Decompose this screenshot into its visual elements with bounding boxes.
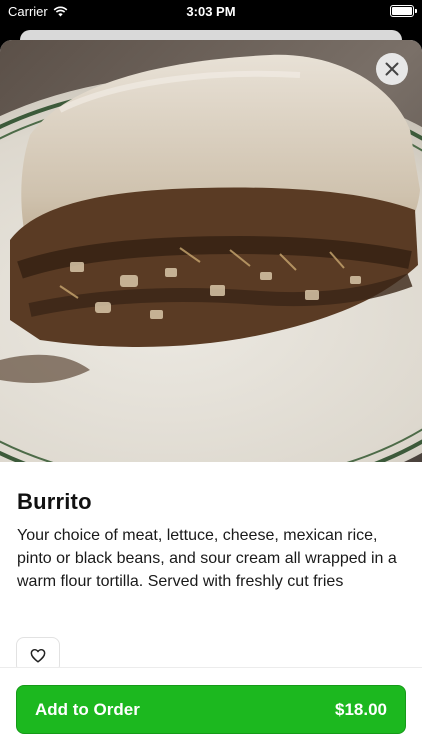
- status-time: 3:03 PM: [186, 4, 236, 19]
- order-footer: Add to Order $18.00: [0, 668, 422, 750]
- item-title: Burrito: [17, 489, 92, 514]
- item-description: Your choice of meat, lettuce, cheese, me…: [17, 527, 397, 590]
- burrito-image: [0, 40, 422, 462]
- heart-icon: [30, 648, 46, 663]
- status-bar: Carrier 3:03 PM: [0, 0, 422, 22]
- item-detail-sheet: Burrito Your choice of meat, lettuce, ch…: [0, 40, 422, 750]
- add-to-order-label: Add to Order: [35, 699, 140, 719]
- battery-icon: [390, 5, 417, 17]
- item-info: Burrito Your choice of meat, lettuce, ch…: [17, 488, 405, 593]
- close-icon: [385, 62, 399, 76]
- item-price: $18.00: [335, 699, 387, 719]
- add-to-order-button[interactable]: Add to Order $18.00: [16, 685, 406, 734]
- close-button[interactable]: [376, 53, 408, 85]
- item-photo: [0, 40, 422, 462]
